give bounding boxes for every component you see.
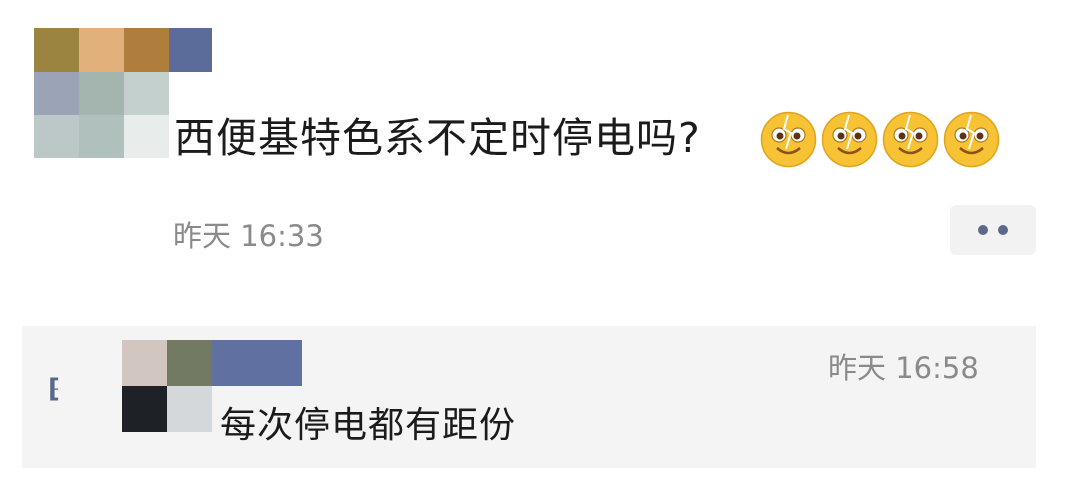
- dot-icon: [978, 225, 988, 235]
- comment-text: 每次停电都有距份: [220, 405, 517, 446]
- sweating-smile-emoji-icon: [760, 111, 817, 168]
- sweating-smile-emoji-icon: [943, 111, 1000, 168]
- sweating-smile-emoji-icon: [821, 111, 878, 168]
- comment-timestamp: 昨天 16:58: [828, 351, 979, 385]
- comment-panel: ⁅ 昨天 16:58 每次停电都有距份: [22, 326, 1036, 468]
- post-text: 西便基特色系不定时停电吗?: [174, 114, 701, 162]
- more-options-button[interactable]: [950, 205, 1036, 255]
- dot-icon: [998, 225, 1008, 235]
- moments-post: 西便基特色系不定时停电吗? 昨天 16:33 ⁅ 昨天 16:58 每次停电都有…: [0, 0, 1069, 477]
- comment-quote-icon: ⁅: [48, 374, 60, 404]
- emoji-row: [760, 111, 1000, 168]
- sweating-smile-emoji-icon: [882, 111, 939, 168]
- post-timestamp: 昨天 16:33: [173, 219, 324, 253]
